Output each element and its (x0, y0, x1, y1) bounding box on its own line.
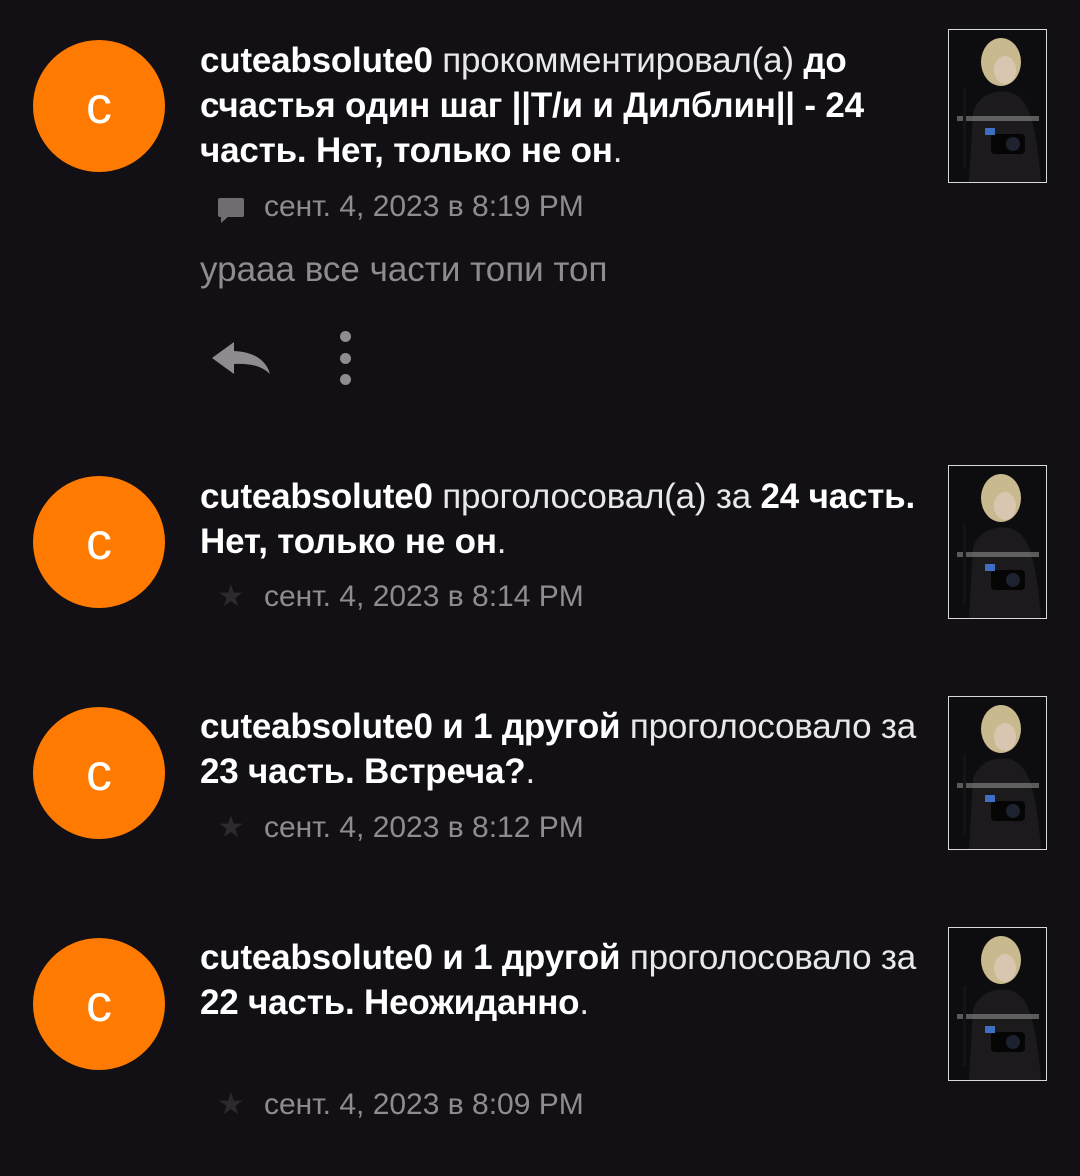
comment-icon (218, 197, 244, 223)
more-options-button[interactable] (328, 331, 362, 385)
cover-image (949, 928, 1046, 1080)
action-text: прокомментировал(а) (432, 41, 804, 80)
cover-image (949, 30, 1046, 182)
notification-feed: c cuteabsolute0 прокомментировал(а) до с… (0, 0, 1080, 1176)
avatar[interactable]: c (33, 938, 165, 1070)
username[interactable]: cuteabsolute0 (200, 477, 433, 516)
notification-headline[interactable]: cuteabsolute0 и 1 другой проголосовало з… (200, 704, 920, 794)
story-part-link[interactable]: 22 часть. Неожиданно (200, 983, 580, 1022)
story-part-link[interactable]: 23 часть. Встреча? (200, 752, 526, 791)
cover-image (949, 466, 1046, 618)
username[interactable]: cuteabsolute0 (200, 41, 433, 80)
notification-meta: сент. 4, 2023 в 8:19 PM (214, 190, 584, 224)
reply-icon (212, 342, 270, 374)
username[interactable]: cuteabsolute0 и 1 другой (200, 707, 621, 746)
more-icon (339, 331, 351, 342)
notification-headline[interactable]: cuteabsolute0 прокомментировал(а) до сча… (200, 38, 920, 173)
story-cover[interactable] (948, 29, 1047, 183)
timestamp: сент. 4, 2023 в 8:14 PM (264, 580, 584, 613)
star-icon: ★ (217, 811, 245, 844)
story-cover[interactable] (948, 927, 1047, 1081)
avatar[interactable]: c (33, 707, 165, 839)
star-icon: ★ (217, 1088, 245, 1121)
notification-headline[interactable]: cuteabsolute0 проголосовал(а) за 24 част… (200, 474, 920, 564)
action-text: проголосовало за (620, 938, 917, 977)
avatar[interactable]: c (33, 40, 165, 172)
notification-headline[interactable]: cuteabsolute0 и 1 другой проголосовало з… (200, 935, 920, 1025)
reply-button[interactable] (207, 336, 273, 380)
notification-meta: ★ сент. 4, 2023 в 8:12 PM (214, 811, 584, 845)
notification-meta: ★ сент. 4, 2023 в 8:09 PM (214, 1088, 584, 1122)
star-icon: ★ (217, 580, 245, 613)
avatar[interactable]: c (33, 476, 165, 608)
timestamp: сент. 4, 2023 в 8:09 PM (264, 1088, 584, 1121)
username[interactable]: cuteabsolute0 и 1 другой (200, 938, 621, 977)
timestamp: сент. 4, 2023 в 8:12 PM (264, 811, 584, 844)
action-text: проголосовало за (620, 707, 917, 746)
action-text: проголосовал(а) за (432, 477, 761, 516)
timestamp: сент. 4, 2023 в 8:19 PM (264, 190, 584, 223)
comment-text: урааа все части топи топ (200, 250, 608, 289)
story-cover[interactable] (948, 696, 1047, 850)
notification-meta: ★ сент. 4, 2023 в 8:14 PM (214, 580, 584, 614)
story-cover[interactable] (948, 465, 1047, 619)
cover-image (949, 697, 1046, 849)
